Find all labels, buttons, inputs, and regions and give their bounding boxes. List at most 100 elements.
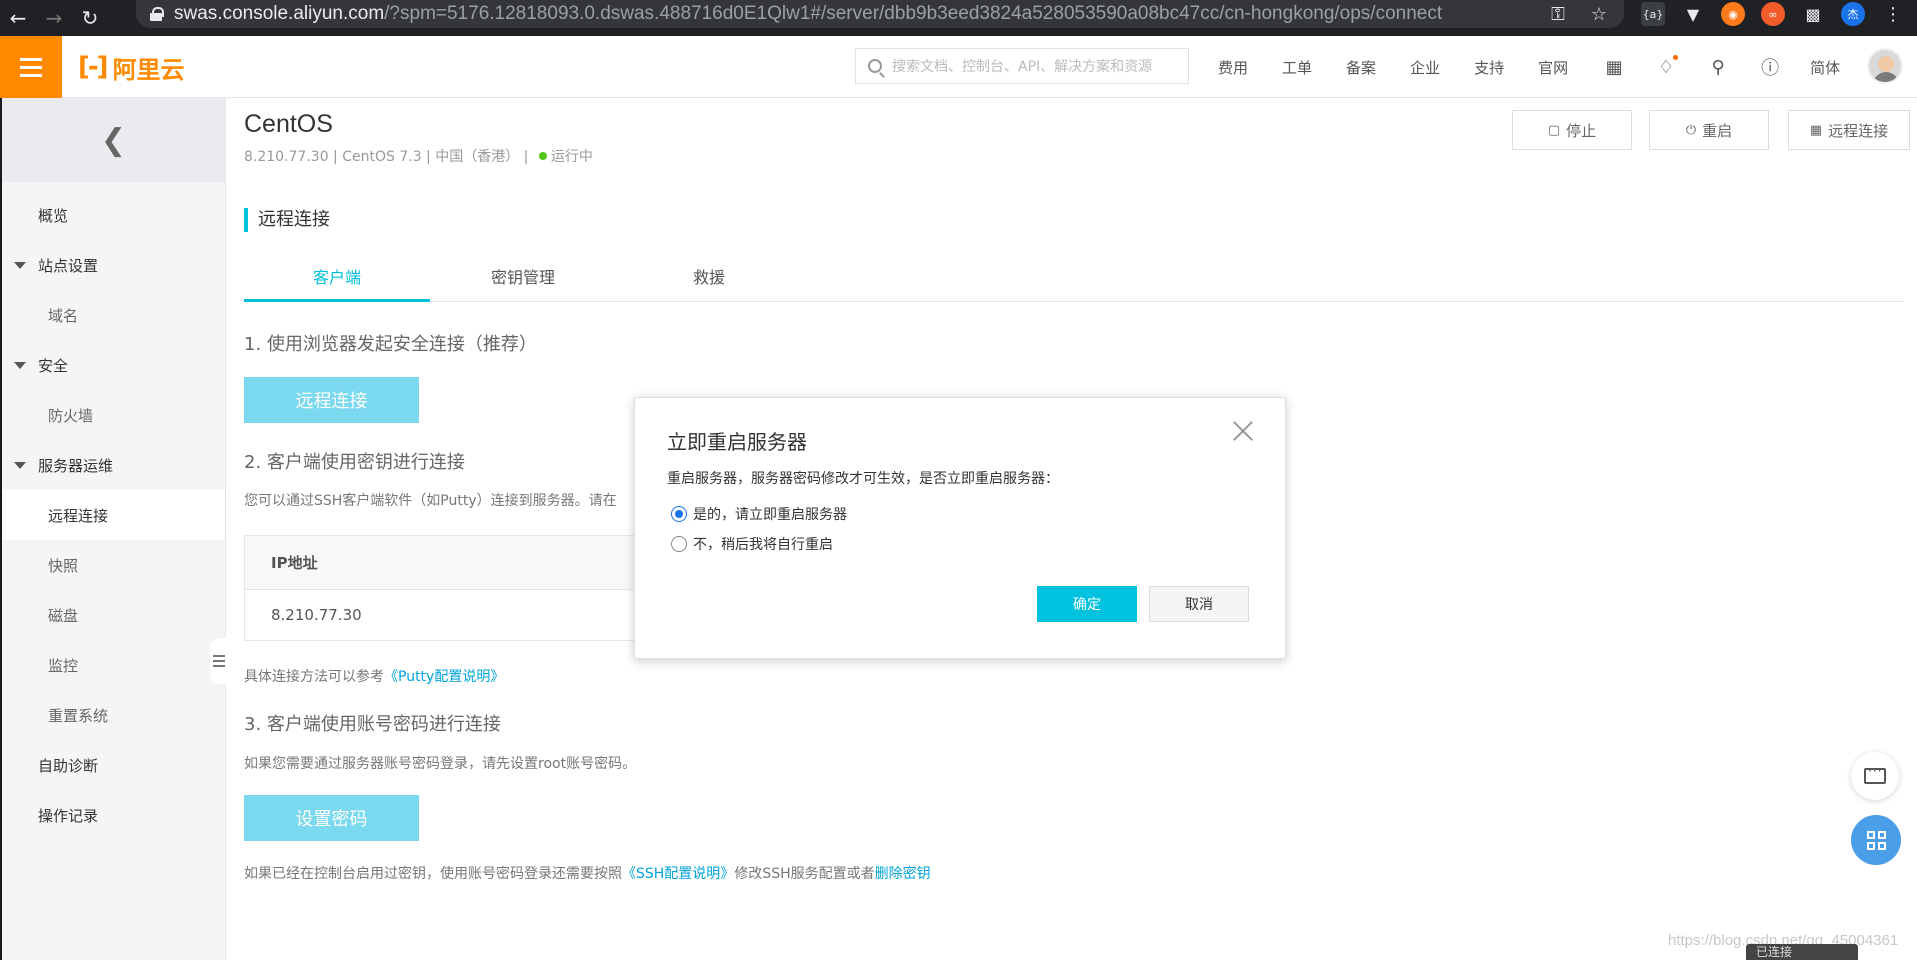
- sidebar: ❮ 概览 站点设置 域名 安全 防火墙 服务器运维 远程连接 快照 磁盘 监控 …: [0, 98, 228, 960]
- sidebar-group-label: 服务器运维: [38, 456, 114, 475]
- cancel-button[interactable]: 取消: [1149, 586, 1249, 622]
- radio-unchecked-icon[interactable]: [671, 536, 687, 552]
- sidebar-item-monitor[interactable]: 监控: [2, 640, 225, 690]
- sidebar-item-domain[interactable]: 域名: [2, 290, 225, 340]
- instance-meta: 8.210.77.30 | CentOS 7.3 | 中国（香港） | 运行中: [244, 149, 593, 165]
- stop-button[interactable]: ▢ 停止: [1512, 110, 1632, 150]
- restart-button[interactable]: ⏻ 重启: [1649, 110, 1769, 150]
- menu-icon[interactable]: [0, 36, 62, 98]
- close-icon[interactable]: [1231, 418, 1255, 442]
- connection-status: 已连接: [1746, 944, 1858, 960]
- putty-note: 具体连接方法可以参考《Putty配置说明》: [244, 666, 504, 686]
- terminal-icon: ▦: [1809, 122, 1823, 138]
- language-switch[interactable]: 简体: [1810, 57, 1840, 78]
- extension-vue-icon[interactable]: ▼: [1681, 2, 1705, 26]
- nav-billing[interactable]: 费用: [1218, 57, 1248, 78]
- sidebar-group-server-ops[interactable]: 服务器运维: [2, 440, 225, 490]
- sidebar-item-operation-log[interactable]: 操作记录: [2, 790, 225, 840]
- option-restart-later[interactable]: 不，稍后我将自行重启: [671, 534, 833, 554]
- tab-client[interactable]: 客户端: [244, 258, 430, 302]
- connect-label: 远程连接: [1828, 121, 1889, 140]
- remote-connect-button[interactable]: ▦ 远程连接: [1788, 110, 1910, 150]
- nav-official-site[interactable]: 官网: [1538, 57, 1568, 78]
- putty-link[interactable]: 《Putty配置说明》: [384, 669, 504, 685]
- key-icon[interactable]: ⚿: [1551, 4, 1565, 25]
- ssh-config-link[interactable]: 《SSH配置说明》: [622, 866, 734, 882]
- sidebar-group-site-settings[interactable]: 站点设置: [2, 240, 225, 290]
- browser-connect-button[interactable]: 远程连接: [244, 377, 419, 423]
- extension-json-icon[interactable]: {a}: [1641, 2, 1665, 26]
- user-avatar[interactable]: [1867, 48, 1903, 84]
- caret-down-icon: [14, 461, 26, 469]
- set-password-button[interactable]: 设置密码: [244, 795, 419, 841]
- instance-ip: 8.210.77.30: [244, 149, 329, 165]
- search-icon: [868, 59, 882, 73]
- step2-note: 您可以通过SSH客户端软件（如Putty）连接到服务器。请在: [244, 493, 617, 509]
- option-yes-label: 是的，请立即重启服务器: [693, 507, 847, 523]
- cart-icon[interactable]: ⚲: [1706, 55, 1730, 79]
- brand-name: 阿里云: [112, 55, 185, 84]
- help-icon[interactable]: ⓘ: [1758, 55, 1782, 79]
- instance-os: CentOS 7.3: [342, 149, 422, 165]
- sidebar-group-label: 站点设置: [38, 256, 99, 275]
- nav-support[interactable]: 支持: [1474, 57, 1504, 78]
- console-header: [-] 阿里云 搜索文档、控制台、API、解决方案和资源 费用 工单 备案 企业…: [0, 36, 1917, 98]
- back-chevron-icon[interactable]: ❮: [2, 98, 225, 182]
- sidebar-item-reset-system[interactable]: 重置系统: [2, 690, 225, 740]
- sidebar-group-label: 安全: [38, 356, 69, 375]
- instance-name: CentOS: [244, 110, 333, 138]
- tab-rescue[interactable]: 救援: [616, 258, 802, 302]
- browser-toolbar: ← → ↻ swas.console.aliyun.com/?spm=5176.…: [0, 0, 1917, 36]
- tab-bar: 客户端 密钥管理 救援: [244, 258, 1904, 302]
- sidebar-item-self-diagnosis[interactable]: 自助诊断: [2, 740, 225, 790]
- confirm-button[interactable]: 确定: [1037, 586, 1137, 622]
- sidebar-collapse-handle[interactable]: [210, 638, 228, 684]
- step1-title: 1. 使用浏览器发起安全连接（推荐）: [244, 334, 537, 355]
- sidebar-item-snapshot[interactable]: 快照: [2, 540, 225, 590]
- nav-ticket[interactable]: 工单: [1282, 57, 1312, 78]
- search-placeholder: 搜索文档、控制台、API、解决方案和资源: [892, 59, 1153, 75]
- chat-icon[interactable]: [1851, 752, 1899, 800]
- step3-note: 如果您需要通过服务器账号密码登录，请先设置root账号密码。: [244, 756, 637, 772]
- ssh-prefix: 如果已经在控制台启用过密钥，使用账号密码登录还需要按照: [244, 866, 622, 882]
- sidebar-item-firewall[interactable]: 防火墙: [2, 390, 225, 440]
- reload-icon[interactable]: ↻: [72, 0, 108, 36]
- radio-checked-icon[interactable]: [671, 506, 687, 522]
- option-restart-now[interactable]: 是的，请立即重启服务器: [671, 504, 847, 524]
- terminal-icon[interactable]: ▦: [1602, 55, 1626, 79]
- lock-icon: [150, 7, 164, 21]
- restart-dialog: 立即重启服务器 重启服务器，服务器密码修改才可生效，是否立即重启服务器： 是的，…: [634, 397, 1286, 659]
- profile-avatar[interactable]: 杰: [1841, 2, 1865, 26]
- restart-label: 重启: [1702, 121, 1733, 140]
- putty-prefix: 具体连接方法可以参考: [244, 669, 384, 685]
- delete-key-link[interactable]: 删除密钥: [875, 866, 931, 882]
- extension-orange-icon[interactable]: ◉: [1721, 2, 1745, 26]
- instance-region: 中国（香港）: [435, 149, 520, 165]
- search-input[interactable]: 搜索文档、控制台、API、解决方案和资源: [855, 48, 1189, 84]
- apps-icon[interactable]: [1851, 815, 1901, 865]
- sidebar-item-overview[interactable]: 概览: [2, 190, 225, 240]
- option-no-label: 不，稍后我将自行重启: [693, 537, 833, 553]
- power-icon: ⏻: [1685, 122, 1697, 138]
- sidebar-item-remote-connect[interactable]: 远程连接: [2, 490, 225, 540]
- star-icon[interactable]: ☆: [1591, 4, 1607, 25]
- aliyun-logo[interactable]: [-] 阿里云: [78, 50, 185, 84]
- sidebar-item-disk[interactable]: 磁盘: [2, 590, 225, 640]
- browser-menu-icon[interactable]: ⋮: [1881, 2, 1905, 26]
- caret-down-icon: [14, 261, 26, 269]
- ssh-note: 如果已经在控制台启用过密钥，使用账号密码登录还需要按照《SSH配置说明》修改SS…: [244, 863, 931, 883]
- forward-icon[interactable]: →: [36, 0, 72, 36]
- url-path: /?spm=5176.12818093.0.dswas.488716d0E1Ql…: [384, 3, 1443, 24]
- back-icon[interactable]: ←: [0, 0, 36, 36]
- extension-infinity-icon[interactable]: ∞: [1761, 2, 1785, 26]
- bell-icon[interactable]: ♢: [1654, 55, 1679, 79]
- tab-key-management[interactable]: 密钥管理: [430, 258, 616, 302]
- sidebar-group-security[interactable]: 安全: [2, 340, 225, 390]
- dialog-description: 重启服务器，服务器密码修改才可生效，是否立即重启服务器：: [667, 471, 1059, 487]
- extensions-puzzle-icon[interactable]: ▩: [1801, 2, 1825, 26]
- address-bar[interactable]: swas.console.aliyun.com/?spm=5176.128180…: [136, 0, 1624, 28]
- nav-enterprise[interactable]: 企业: [1410, 57, 1440, 78]
- instance-status: 运行中: [550, 149, 593, 165]
- nav-icp[interactable]: 备案: [1346, 57, 1376, 78]
- logo-mark-icon: [-]: [78, 52, 109, 82]
